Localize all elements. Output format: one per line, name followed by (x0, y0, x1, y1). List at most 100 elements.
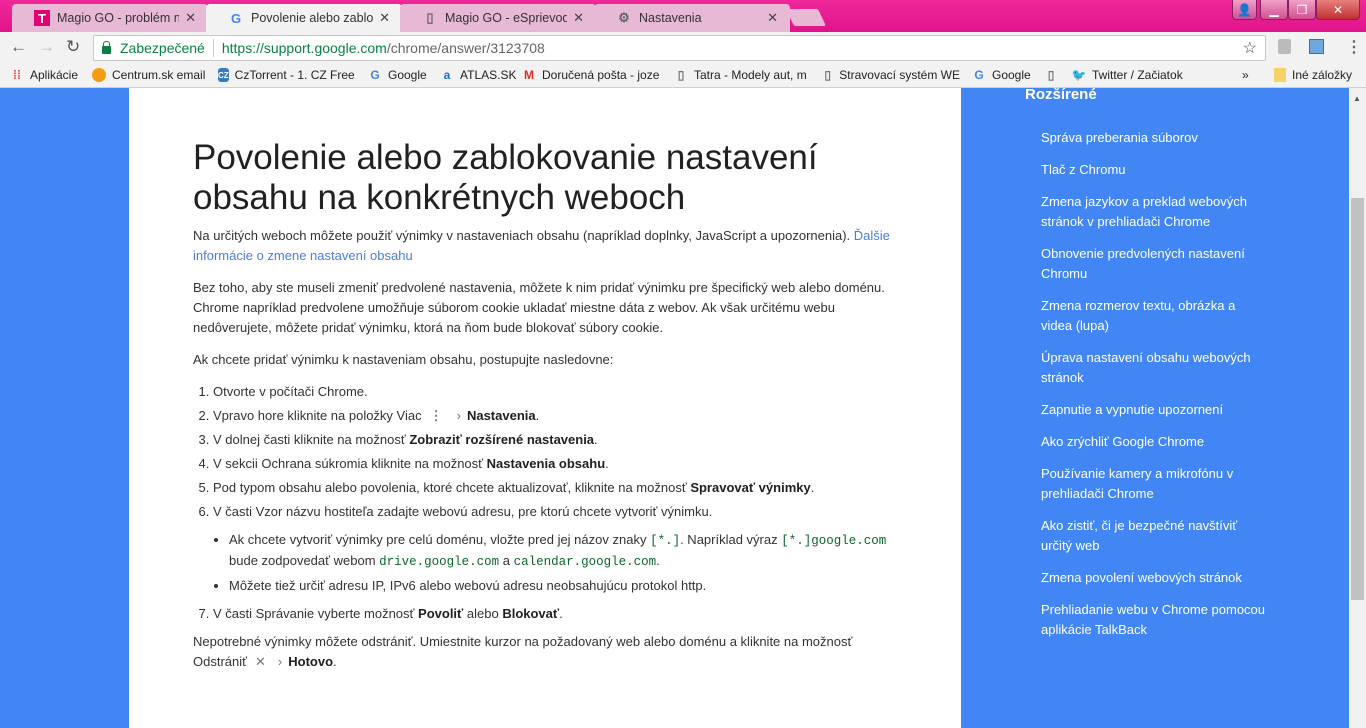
bookmark-gmail[interactable]: M Doručená pošta - joze (522, 68, 662, 82)
shopping-bag-extension-icon[interactable] (1278, 39, 1291, 54)
profile-button[interactable]: 👤 (1232, 0, 1257, 20)
bookmark-label: Aplikácie (30, 68, 79, 82)
bold-text: Blokovať (502, 606, 560, 621)
bookmark-label: Stravovací systém WE (839, 68, 960, 82)
bookmarks-overflow-button[interactable]: » (1242, 68, 1249, 82)
lock-icon (102, 41, 111, 54)
bookmark-label: ATLAS.SK (460, 68, 517, 82)
google-icon: G (230, 10, 242, 26)
close-icon[interactable]: ✕ (767, 10, 778, 26)
sidebar-link[interactable]: Správa preberania súborov (1041, 128, 1266, 148)
divider (212, 39, 214, 57)
scrollbar-thumb[interactable] (1351, 198, 1364, 600)
cztorrent-icon: CZ (218, 68, 229, 82)
intro-paragraph: Na určitých weboch môžete použiť výnimky… (193, 226, 903, 266)
sidebar-link[interactable]: Zmena rozmerov textu, obrázka a videa (l… (1041, 296, 1266, 336)
extension-icon[interactable] (1309, 39, 1324, 54)
code-text: [*.] (650, 534, 681, 548)
bookmarks-bar: ⁞⁞ Aplikácie Centrum.sk email CZ CzTorrent… (0, 63, 1366, 88)
minimize-button[interactable]: ▁ (1260, 0, 1288, 20)
text: . (810, 480, 815, 495)
bold-text: Povoliť (418, 606, 464, 621)
tab-magio-problem[interactable]: T Magio GO - problém na ✕ (12, 4, 208, 32)
google-icon: G (974, 68, 984, 82)
bookmark-stravovaci[interactable]: ▯ Stravovací systém WE (822, 68, 960, 82)
text: Ak chcete vytvoriť výnimky pre celú domé… (229, 532, 651, 547)
bookmark-google[interactable]: G Google (368, 68, 426, 82)
bookmark-label: Iné záložky (1292, 68, 1353, 82)
outro-paragraph: Nepotrebné výnimky môžete odstrániť. Umi… (193, 632, 903, 672)
step-item: V časti Vzor názvu hostiteľa zadajte web… (213, 502, 903, 522)
sidebar-link[interactable]: Ako zrýchliť Google Chrome (1041, 432, 1266, 452)
bookmark-tatra[interactable]: ▯ Tatra - Modely aut, m (674, 68, 810, 82)
menu-more-icon[interactable]: ⋮ (1346, 37, 1362, 57)
reload-icon[interactable]: ↻ (66, 37, 80, 57)
text: Vpravo hore kliknite na položky Viac (213, 408, 422, 423)
address-bar[interactable]: Zabezpečené https://support.google.com/c… (93, 35, 1266, 61)
bookmark-twitter[interactable]: 🐦 Twitter / Začiatok (1072, 68, 1183, 82)
scroll-up-icon[interactable]: ▲ (1353, 94, 1361, 103)
bullet-item: Môžete tiež určiť adresu IP, IPv6 alebo … (229, 576, 903, 596)
sidebar-link[interactable]: Zmena jazykov a preklad webových stránok… (1041, 192, 1266, 232)
sidebar-link[interactable]: Zmena povolení webových stránok (1041, 568, 1266, 588)
close-icon[interactable]: ✕ (379, 10, 390, 26)
tab-povolenie[interactable]: G Povolenie alebo zablokov ✕ (206, 4, 402, 32)
bookmark-centrum[interactable]: Centrum.sk email (92, 68, 220, 82)
tab-label: Magio GO - problém na (57, 11, 180, 25)
sidebar-link[interactable]: Obnovenie predvolených nastavení Chromu (1041, 244, 1266, 284)
google-icon: G (370, 68, 380, 82)
bookmark-label: Twitter / Začiatok (1092, 68, 1183, 82)
page-title: Povolenie alebo zablokovanie nastavení o… (193, 138, 818, 217)
text: a (499, 553, 514, 568)
bookmark-star-icon[interactable]: ☆ (1243, 38, 1257, 58)
text: V dolnej časti kliknite na možnosť (213, 432, 410, 447)
code-text: [*.]google.com (781, 534, 887, 548)
sidebar-link[interactable]: Prehliadanie webu v Chrome pomocou aplik… (1041, 600, 1266, 640)
close-icon[interactable]: ✕ (573, 10, 584, 26)
other-bookmarks[interactable]: Iné záložky (1274, 68, 1352, 82)
overflow-label: » (1242, 68, 1249, 82)
url-path: /chrome/answer/3123708 (386, 40, 545, 56)
bold-text: Nastavenia (466, 408, 536, 423)
bold-text: Nastavenia obsahu (486, 456, 606, 471)
bookmark-aplikacie[interactable]: ⁞⁞ Aplikácie (10, 68, 78, 82)
tab-magio-esprievodca[interactable]: ▯ Magio GO - eSprievodca ✕ (400, 4, 596, 32)
chevron-right-icon: › (456, 408, 461, 423)
steps-list-continued: V časti Správanie vyberte možnosť Povoli… (213, 604, 903, 624)
restore-button[interactable]: ❐ (1288, 0, 1316, 20)
bold-text: Hotovo (288, 654, 334, 669)
sidebar-link[interactable]: Ako zistiť, či je bezpečné navštíviť urč… (1041, 516, 1266, 556)
forward-icon[interactable]: → (38, 37, 55, 57)
close-icon[interactable]: ✕ (185, 10, 196, 26)
sidebar-link[interactable]: Tlač z Chromu (1041, 160, 1266, 180)
bullet-item: Ak chcete vytvoriť výnimky pre celú domé… (229, 530, 903, 572)
bookmark-atlas[interactable]: a ATLAS.SK (440, 68, 517, 82)
tab-label: Magio GO - eSprievodca (445, 11, 568, 25)
sidebar-link[interactable]: Úprava nastavení obsahu webových stránok (1041, 348, 1266, 388)
gear-icon: ⚙ (618, 10, 630, 25)
toolbar: ← → ↻ Zabezpečené https://support.google… (0, 32, 1366, 63)
bookmark-cztorrent[interactable]: CZ CzTorrent - 1. CZ Free (218, 68, 354, 82)
text: Môžete tiež určiť adresu IP, IPv6 alebo … (229, 578, 707, 593)
text: . (605, 456, 609, 471)
sidebar-heading: Rozšírené (1025, 86, 1097, 103)
text: . (559, 606, 563, 621)
url-host: https://support.google.com (221, 40, 387, 56)
text: alebo (463, 606, 503, 621)
sidebar-link[interactable]: Zapnutie a vypnutie upozornení (1041, 400, 1266, 420)
bookmark-blank[interactable]: ▯ (1044, 68, 1064, 82)
apps-icon: ⁞⁞ (13, 68, 21, 82)
bookmark-label: Tatra - Modely aut, m (694, 68, 807, 82)
bookmark-google-2[interactable]: G Google (972, 68, 1030, 82)
sidebar-link[interactable]: Používanie kamery a mikrofónu v prehliad… (1041, 464, 1266, 504)
new-tab-button[interactable] (786, 9, 826, 26)
close-window-button[interactable]: ✕ (1316, 0, 1360, 20)
back-icon[interactable]: ← (10, 37, 27, 57)
scrollbar[interactable]: ▲ (1349, 88, 1366, 728)
tab-label: Povolenie alebo zablokov (251, 11, 374, 25)
tab-nastavenia[interactable]: ⚙ Nastavenia ✕ (594, 4, 790, 32)
article-body: Na určitých weboch môžete použiť výnimky… (193, 226, 903, 684)
chevron-right-icon: › (277, 654, 283, 669)
page-icon: ▯ (677, 68, 685, 82)
steps-list: Otvorte v počítači Chrome. Vpravo hore kl… (213, 382, 903, 522)
